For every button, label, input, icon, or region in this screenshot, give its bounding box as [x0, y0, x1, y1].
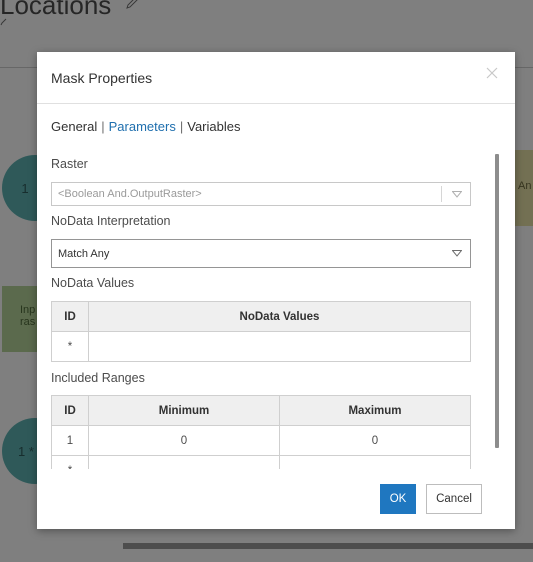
mask-properties-dialog: Mask Properties General | Parameters | Varia… — [37, 52, 515, 529]
column-header-nodata-values: NoData Values — [88, 301, 471, 332]
raster-select[interactable]: <Boolean And.OutputRaster> — [51, 182, 471, 206]
nodata-values-label: NoData Values — [51, 276, 135, 290]
cell-id: * — [51, 455, 89, 469]
chevron-down-icon — [452, 191, 462, 198]
column-header-minimum: Minimum — [88, 395, 280, 426]
select-divider — [441, 186, 442, 202]
cell-id: * — [51, 331, 89, 362]
nodata-values-table: ID NoData Values * — [51, 301, 471, 362]
parameters-panel[interactable]: Raster <Boolean And.OutputRaster> NoData… — [51, 152, 503, 469]
tab-parameters[interactable]: Parameters — [109, 119, 176, 134]
nodata-interpretation-value: Match Any — [58, 248, 110, 260]
chevron-down-icon — [452, 250, 462, 257]
tab-general[interactable]: General — [51, 119, 97, 134]
dialog-title: Mask Properties — [51, 70, 153, 86]
column-header-id: ID — [51, 395, 89, 426]
panel-scrollbar[interactable] — [495, 154, 499, 448]
table-header-row: ID Minimum Maximum — [51, 395, 471, 426]
table-row: 1 0 0 — [51, 425, 471, 456]
dialog-tabs: General | Parameters | Variables — [51, 119, 240, 134]
tab-variables[interactable]: Variables — [187, 119, 240, 134]
table-row: * — [51, 455, 471, 469]
ok-button[interactable]: OK — [380, 484, 416, 514]
table-header-row: ID NoData Values — [51, 301, 471, 332]
cell-minimum[interactable] — [88, 455, 280, 469]
raster-value: <Boolean And.OutputRaster> — [58, 188, 202, 200]
dialog-header: Mask Properties — [37, 52, 515, 104]
cell-nodata-value[interactable] — [88, 331, 471, 362]
cancel-button[interactable]: Cancel — [426, 484, 482, 514]
close-icon[interactable] — [485, 66, 499, 80]
column-header-maximum: Maximum — [279, 395, 471, 426]
nodata-interpretation-select[interactable]: Match Any — [51, 239, 471, 268]
included-ranges-label: Included Ranges — [51, 371, 145, 385]
nodata-interpretation-label: NoData Interpretation — [51, 214, 171, 228]
column-header-id: ID — [51, 301, 89, 332]
tab-separator: | — [101, 119, 105, 134]
cell-minimum[interactable]: 0 — [88, 425, 280, 456]
cell-maximum[interactable]: 0 — [279, 425, 471, 456]
cell-maximum[interactable] — [279, 455, 471, 469]
raster-label: Raster — [51, 157, 88, 171]
table-row: * — [51, 331, 471, 362]
tab-separator: | — [179, 119, 184, 134]
cell-id: 1 — [51, 425, 89, 456]
included-ranges-table: ID Minimum Maximum 1 0 0 * — [51, 395, 471, 469]
